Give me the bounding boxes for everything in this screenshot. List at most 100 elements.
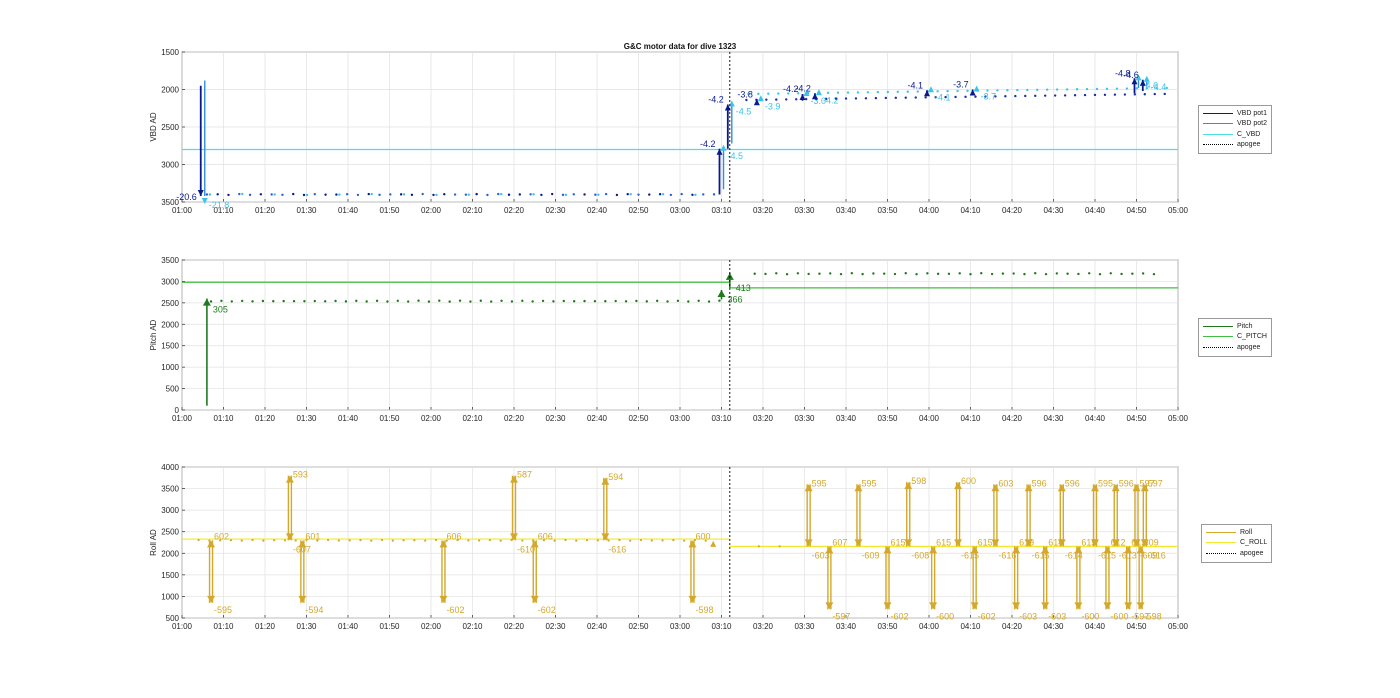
pitch-point xyxy=(1098,273,1102,276)
x-tick-label: 02:00 xyxy=(421,206,442,215)
vbd-pot2-point xyxy=(532,193,535,196)
vbd-pot2-point xyxy=(1135,87,1139,90)
roll-label: -608 xyxy=(911,550,929,560)
vbd-pot1-point xyxy=(615,193,619,197)
x-tick-label: 01:20 xyxy=(255,206,276,215)
roll-label: -603 xyxy=(1048,611,1066,621)
pitch-point xyxy=(261,299,265,303)
vbd-pot1-point xyxy=(894,96,897,100)
pitch-point xyxy=(209,300,213,303)
roll-point xyxy=(629,539,632,542)
vbd-pot2-point xyxy=(694,193,697,197)
vbd-pot2-point xyxy=(564,193,568,197)
roll-point xyxy=(778,545,781,548)
x-tick-label: 01:20 xyxy=(255,414,276,423)
pitch-point xyxy=(438,299,441,302)
x-tick-label: 01:40 xyxy=(338,414,359,423)
x-tick-label: 02:50 xyxy=(628,206,649,215)
legend-item: VBD pot1 xyxy=(1203,108,1267,119)
vbd-pot2-label: -21.8 xyxy=(209,200,230,210)
y-tick-label: 2000 xyxy=(161,320,179,329)
roll-point xyxy=(672,539,675,542)
pitch-point xyxy=(521,299,524,303)
pitch-point xyxy=(635,299,638,303)
vbd-pot1-point xyxy=(475,192,478,196)
y-tick-label: 2000 xyxy=(161,549,179,558)
legend-label: Roll xyxy=(1240,528,1253,536)
x-tick-label: 03:40 xyxy=(836,206,857,215)
roll-point xyxy=(683,539,686,542)
x-tick-label: 04:30 xyxy=(1043,414,1064,423)
pitch-point xyxy=(562,299,565,303)
x-tick-label: 04:40 xyxy=(1085,414,1106,423)
vbd-pot2-point xyxy=(208,193,212,196)
vbd-pot1-point xyxy=(1133,93,1137,96)
vbd-pot1-point xyxy=(259,193,263,196)
vbd-pot1-point xyxy=(1034,94,1037,98)
x-tick-label: 03:40 xyxy=(836,414,857,423)
pitch-point xyxy=(375,299,379,303)
vbd-pot1-label: -3.8 xyxy=(737,89,753,99)
vbd-pot2-point xyxy=(856,91,860,94)
roll-label: 595 xyxy=(812,478,827,488)
roll-label: 615 xyxy=(891,537,906,547)
vbd-pot2-point xyxy=(1006,89,1009,92)
roll-point xyxy=(283,539,287,542)
x-tick-label: 01:00 xyxy=(172,206,193,215)
pitch-point xyxy=(829,272,832,275)
vbd-pot1-point xyxy=(227,193,230,197)
legend-swatch xyxy=(1206,542,1236,544)
x-tick-label: 01:30 xyxy=(296,622,317,631)
y-tick-label: 1000 xyxy=(161,592,179,601)
x-tick-label: 01:50 xyxy=(379,206,400,215)
y-tick-label: 2500 xyxy=(161,123,179,132)
x-tick-label: 03:30 xyxy=(794,414,815,423)
vbd-pot2-point xyxy=(661,193,665,196)
x-tick-label: 02:30 xyxy=(545,622,566,631)
vbd-pot2-point xyxy=(876,90,880,94)
legend-label: C_VBD xyxy=(1237,130,1261,138)
pitch-point xyxy=(947,272,951,276)
vbd-pot2-point xyxy=(916,90,919,93)
pitch-point xyxy=(926,272,929,275)
vbd-pot2-point xyxy=(1095,87,1099,91)
vbd-pot1-point xyxy=(1073,94,1077,97)
vbd-pot1-label: -4.6 xyxy=(1123,70,1139,80)
vbd-pot1-point xyxy=(904,96,907,99)
pitch-point xyxy=(969,273,972,276)
pitch-label: 305 xyxy=(213,305,228,315)
pitch-point xyxy=(1120,272,1123,276)
x-tick-label: 02:50 xyxy=(628,622,649,631)
pitch-point xyxy=(775,272,778,275)
vbd-pot1-point xyxy=(561,193,565,197)
vbd-pot1-point xyxy=(486,193,489,197)
vbd-pot1-point xyxy=(378,193,381,197)
x-tick-label: 01:20 xyxy=(255,622,276,631)
x-tick-label: 01:50 xyxy=(379,622,400,631)
vbd-pot1-point xyxy=(954,95,957,99)
pitch-point xyxy=(541,299,545,303)
pitch-point xyxy=(1034,272,1037,275)
x-tick-label: 01:30 xyxy=(296,414,317,423)
x-tick-label: 03:50 xyxy=(877,622,898,631)
pitch-point xyxy=(583,299,586,303)
vbd-pot1-point xyxy=(691,193,694,197)
legend-item: C_PITCH xyxy=(1203,332,1267,343)
pitch-point xyxy=(355,299,358,303)
pitch-point xyxy=(818,272,821,275)
vbd-pot2-point xyxy=(1036,88,1039,92)
x-tick-label: 03:40 xyxy=(836,622,857,631)
vbd-pot1-point xyxy=(216,193,219,196)
pitch-point xyxy=(915,273,918,276)
pitch-label: 413 xyxy=(736,283,751,293)
legend-item: Roll xyxy=(1206,527,1267,538)
roll-point xyxy=(413,539,416,542)
vbd-pot1-point xyxy=(1123,93,1127,96)
pitch-point xyxy=(593,299,597,303)
vbd-pot1-point xyxy=(637,193,640,196)
legend-swatch xyxy=(1203,336,1233,338)
x-tick-label: 04:40 xyxy=(1085,622,1106,631)
roll-point xyxy=(564,538,567,542)
vbd-pot2-point xyxy=(866,91,870,94)
roll-point xyxy=(553,539,556,542)
